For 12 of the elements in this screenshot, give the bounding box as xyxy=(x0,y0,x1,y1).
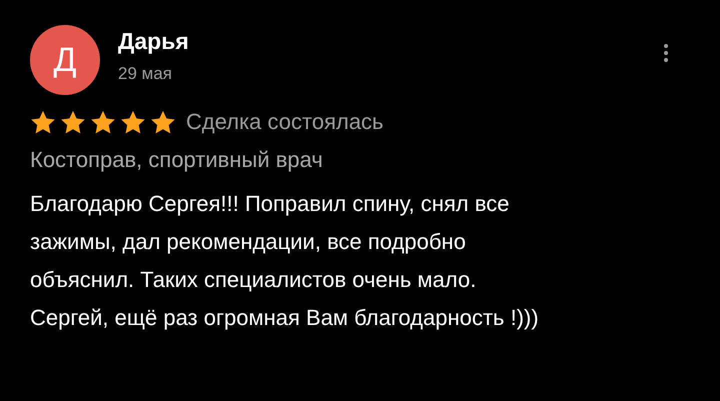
deal-status: Сделка состоялась xyxy=(186,109,384,135)
star-icon xyxy=(30,110,56,134)
more-icon[interactable] xyxy=(663,43,669,63)
avatar: Д xyxy=(30,25,100,95)
review-date: 29 мая xyxy=(118,64,173,84)
star-icon xyxy=(150,110,176,134)
star-icon xyxy=(60,110,86,134)
service-name: Костоправ, спортивный врач xyxy=(30,147,324,173)
star-icon xyxy=(120,110,146,134)
review-text: Благодарю Сергея!!! Поправил спину, снял все зажимы, дал рекомендации, все подробно объяснил. Таких специалистов очень мало. Сергей, ещё раз огромная Вам благодарность !))) xyxy=(30,190,540,332)
star-icon xyxy=(90,110,116,134)
author-name: Дарья xyxy=(118,28,190,55)
